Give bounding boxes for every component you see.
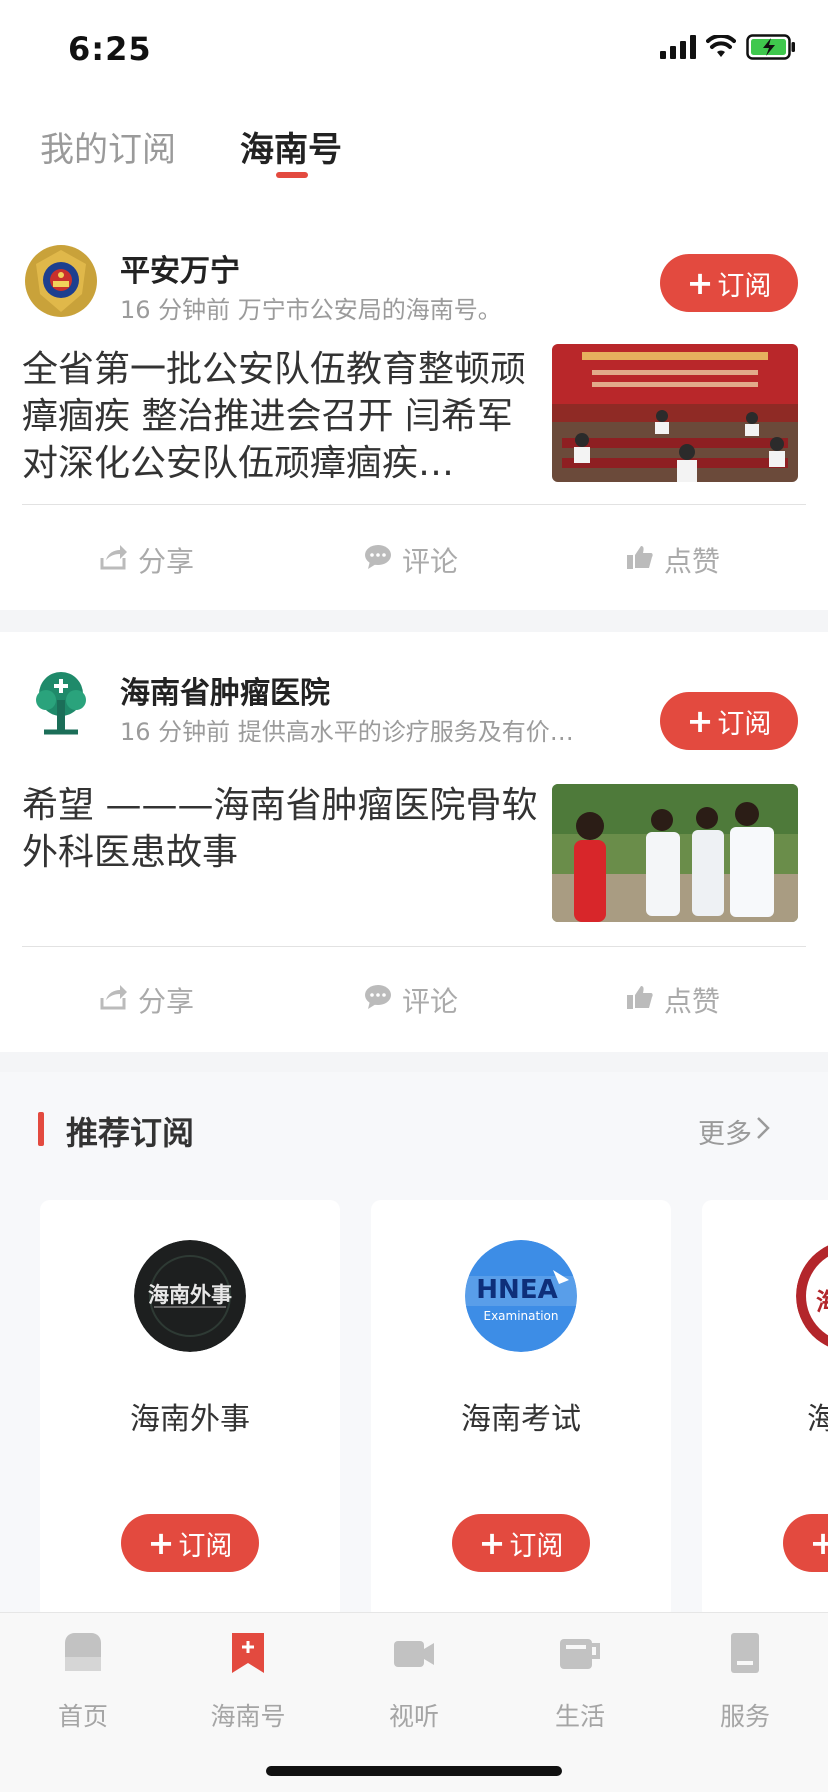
subscribe-button[interactable]: + 订阅 — [660, 254, 798, 312]
nav-label: 首页 — [57, 1702, 108, 1731]
more-label: 更多 — [698, 1119, 752, 1150]
top-tabs: 我的订阅 海南号 — [0, 100, 828, 206]
wifi-icon — [706, 33, 736, 63]
recommend-card[interactable]: 海退事 海南省 + 订阅 — [702, 1200, 828, 1620]
nav-service[interactable]: 服务 — [685, 1631, 805, 1733]
more-link[interactable]: 更多 — [698, 1112, 770, 1151]
battery-charging-icon — [746, 34, 796, 64]
account-meta: 16 分钟前 提供高水平的诊疗服务及有价… — [120, 718, 574, 746]
subscribe-button[interactable]: + 订阅 — [121, 1514, 259, 1572]
app-screen: 6:25 我的订阅 海南号 平安万宁 16 分钟前 万宁市公安局的海南号。 + … — [0, 0, 828, 1792]
coffee-cup-icon — [558, 1631, 602, 1675]
logo-subtext: Examination — [483, 1309, 558, 1323]
hospital-logo-avatar[interactable] — [24, 666, 98, 740]
comment-label: 评论 — [402, 545, 459, 578]
recommend-name[interactable]: 海南省 — [702, 1394, 828, 1438]
nav-label: 海南号 — [210, 1702, 286, 1731]
comment-button[interactable]: 评论 — [364, 980, 458, 1020]
plus-icon: + — [686, 264, 714, 302]
plus-icon: + — [686, 702, 714, 740]
nav-label: 服务 — [719, 1702, 770, 1731]
like-button[interactable]: 点赞 — [626, 540, 720, 580]
recommend-section: 推荐订阅 更多 海南外事 海南外事 + 订阅 HNEA Examination … — [0, 1072, 828, 1620]
subscribe-button[interactable]: + 订阅 — [452, 1514, 590, 1572]
share-label: 分享 — [138, 985, 195, 1018]
hnea-exam-logo: HNEA Examination — [465, 1240, 577, 1352]
hainan-foreign-affairs-logo: 海南外事 — [134, 1240, 246, 1352]
plus-icon: + — [478, 1524, 506, 1562]
logo-text: 海退事 — [816, 1288, 828, 1316]
tab-my-subscriptions[interactable]: 我的订阅 — [40, 122, 176, 171]
share-icon — [100, 544, 128, 577]
nav-life[interactable]: 生活 — [520, 1631, 640, 1733]
post-thumbnail[interactable] — [552, 344, 798, 482]
section-title: 推荐订阅 — [66, 1114, 195, 1152]
nav-video[interactable]: 视听 — [354, 1631, 474, 1733]
comment-button[interactable]: 评论 — [364, 540, 458, 580]
subscribe-label: 订阅 — [717, 708, 772, 740]
section-accent-bar — [38, 1112, 44, 1146]
post-headline[interactable]: 希望 ———海南省肿瘤医院骨软外科医患故事 — [22, 782, 542, 876]
recommend-name[interactable]: 海南外事 — [40, 1394, 340, 1438]
recommend-card[interactable]: HNEA Examination 海南考试 + 订阅 — [371, 1200, 671, 1620]
account-meta: 16 分钟前 万宁市公安局的海南号。 — [120, 296, 502, 324]
active-tab-indicator — [276, 172, 308, 178]
plus-icon: + — [809, 1524, 828, 1562]
cellular-signal-icon — [660, 35, 696, 63]
share-button[interactable]: 分享 — [100, 540, 194, 580]
post-card[interactable]: 海南省肿瘤医院 16 分钟前 提供高水平的诊疗服务及有价… + 订阅 希望 ——… — [0, 632, 828, 1052]
veterans-affairs-logo: 海退事 — [796, 1240, 828, 1352]
bookmark-icon — [226, 1631, 270, 1675]
subscribe-label: 订阅 — [717, 270, 772, 302]
book-icon — [723, 1631, 767, 1675]
account-name[interactable]: 海南省肿瘤医院 — [120, 668, 330, 712]
home-indicator — [266, 1766, 562, 1776]
logo-text: HNEA — [476, 1275, 557, 1305]
comment-label: 评论 — [402, 985, 459, 1018]
nav-label: 生活 — [554, 1702, 605, 1731]
recommend-card[interactable]: 海南外事 海南外事 + 订阅 — [40, 1200, 340, 1620]
thumbs-up-icon — [626, 544, 654, 577]
share-label: 分享 — [138, 545, 195, 578]
chevron-right-icon — [756, 1116, 770, 1147]
subscribe-label: 订阅 — [178, 1530, 233, 1562]
police-badge-avatar[interactable] — [24, 244, 98, 318]
bottom-nav: 首页 海南号 视听 生活 服务 — [0, 1612, 828, 1792]
post-card[interactable]: 平安万宁 16 分钟前 万宁市公安局的海南号。 + 订阅 全省第一批公安队伍教育… — [0, 206, 828, 610]
status-time: 6:25 — [68, 30, 152, 68]
account-name[interactable]: 平安万宁 — [120, 246, 240, 290]
like-label: 点赞 — [664, 985, 721, 1018]
home-icon — [61, 1631, 105, 1675]
comment-icon — [364, 544, 392, 577]
tab-hainan-hao[interactable]: 海南号 — [240, 122, 342, 171]
nav-label: 视听 — [388, 1702, 439, 1731]
nav-home[interactable]: 首页 — [23, 1631, 143, 1733]
logo-text: 海南外事 — [148, 1283, 232, 1307]
divider — [22, 946, 806, 947]
status-icons — [660, 33, 796, 64]
post-headline[interactable]: 全省第一批公安队伍教育整顿顽瘴痼疾 整治推进会召开 闫希军对深化公安队伍顽瘴痼疾… — [22, 346, 542, 487]
plus-icon: + — [147, 1524, 175, 1562]
subscribe-button[interactable]: + 订阅 — [783, 1514, 828, 1572]
post-thumbnail[interactable] — [552, 784, 798, 922]
recommend-name[interactable]: 海南考试 — [371, 1394, 671, 1438]
like-button[interactable]: 点赞 — [626, 980, 720, 1020]
subscribe-label: 订阅 — [509, 1530, 564, 1562]
comment-icon — [364, 984, 392, 1017]
status-bar: 6:25 — [0, 0, 828, 100]
subscribe-button[interactable]: + 订阅 — [660, 692, 798, 750]
divider — [22, 504, 806, 505]
thumbs-up-icon — [626, 984, 654, 1017]
share-button[interactable]: 分享 — [100, 980, 194, 1020]
share-icon — [100, 984, 128, 1017]
video-icon — [392, 1631, 436, 1675]
like-label: 点赞 — [664, 545, 721, 578]
nav-hainan-hao[interactable]: 海南号 — [188, 1631, 308, 1733]
